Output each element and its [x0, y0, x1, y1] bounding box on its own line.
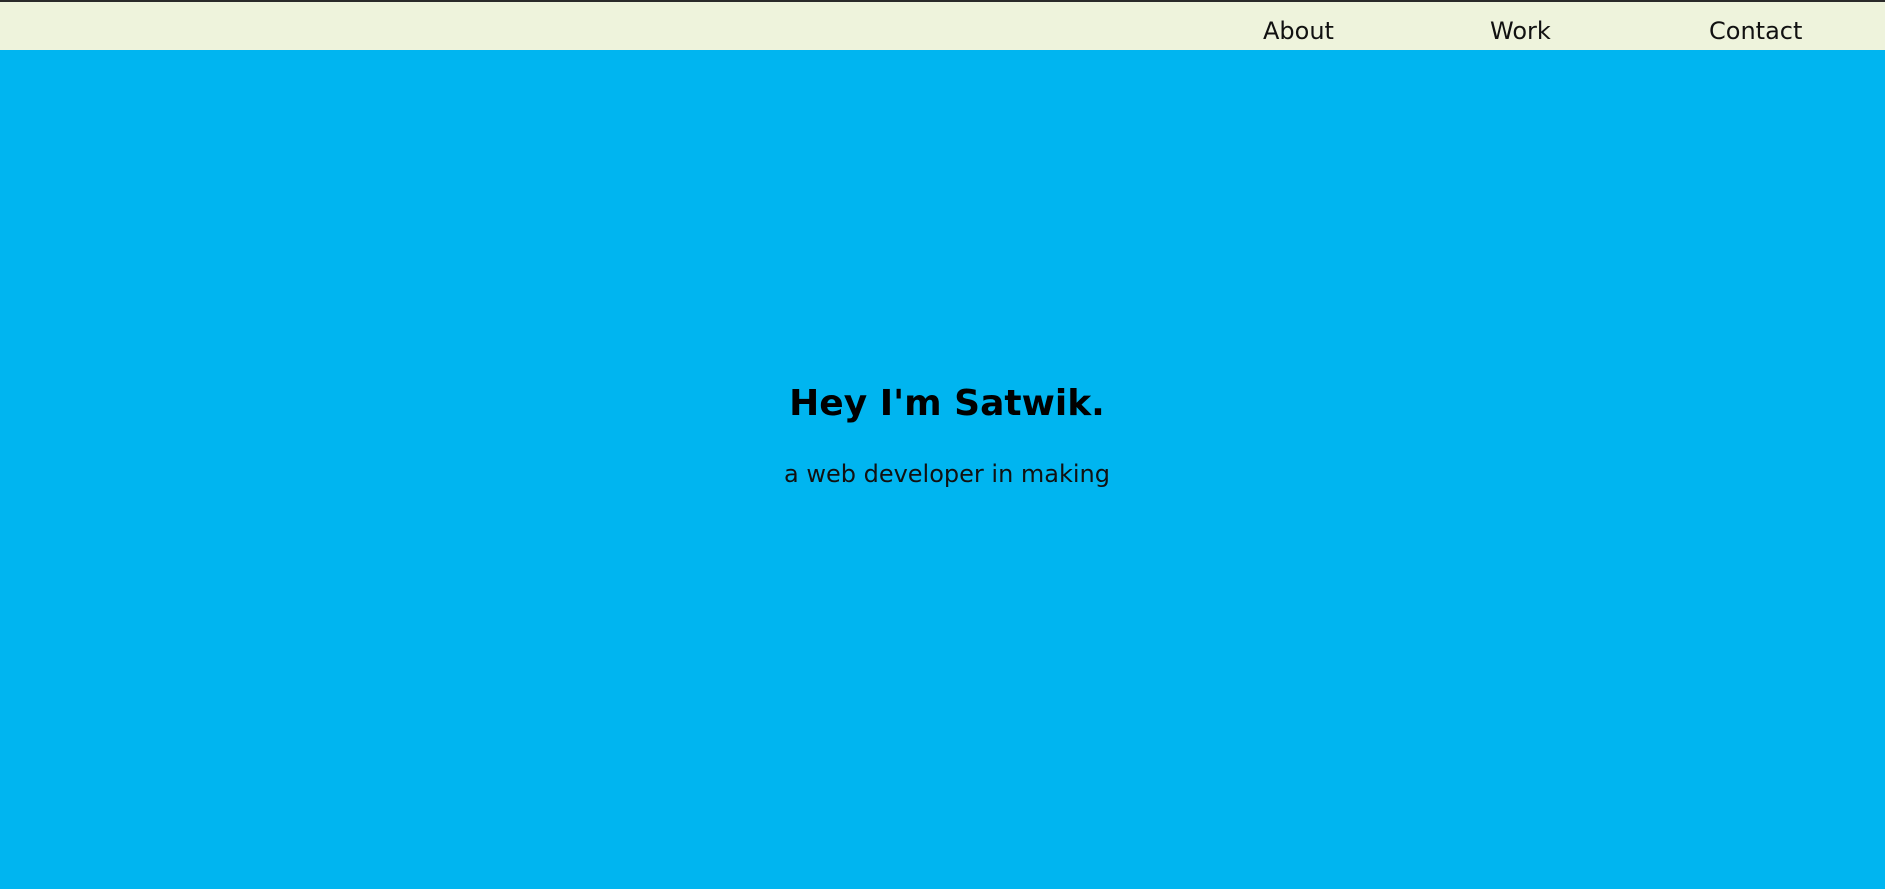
hero-section: Hey I'm Satwik. a web developer in makin… [0, 50, 1885, 889]
page: About Work Contact Hey I'm Satwik. a web… [0, 0, 1885, 889]
hero-subtitle: a web developer in making [783, 460, 1110, 488]
nav-link-contact[interactable]: Contact [1709, 18, 1802, 45]
nav-link-work[interactable]: Work [1490, 18, 1551, 45]
top-navbar: About Work Contact [0, 0, 1885, 50]
hero-title: Hey I'm Satwik. [789, 383, 1105, 424]
nav-link-about[interactable]: About [1263, 18, 1334, 45]
